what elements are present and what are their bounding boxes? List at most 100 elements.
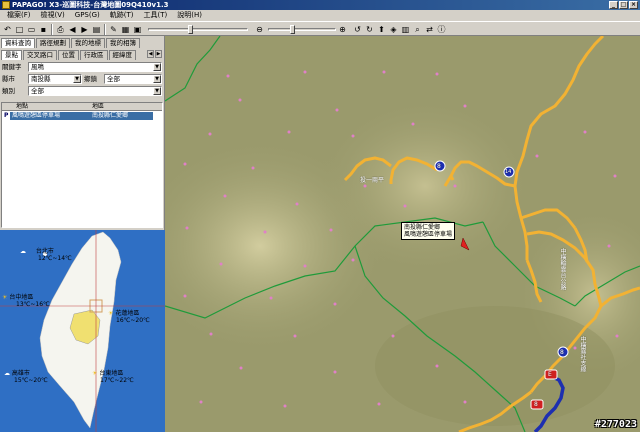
print-icon[interactable]: ⎙ <box>55 24 66 35</box>
tools-icon[interactable]: ✎ <box>108 24 119 35</box>
tab-my-landmarks[interactable]: 我的地標 <box>71 38 105 48</box>
tab-scroll-right-icon[interactable]: ▶ <box>155 50 162 58</box>
app-icon <box>2 1 10 9</box>
menu-view[interactable]: 檢視(V) <box>36 10 70 21</box>
menu-track[interactable]: 軌跡(T) <box>105 10 139 21</box>
weather-city: 台東地區 <box>99 370 124 377</box>
grid-icon[interactable]: ▥ <box>400 24 411 35</box>
maximize-button[interactable]: □ <box>619 1 628 9</box>
sun-cloud-icon: ☀ <box>92 370 98 377</box>
main-tabs: 資料查詢 路徑規劃 我的地標 我的相簿 <box>1 38 141 48</box>
keyword-input[interactable]: 風鳴 ▼ <box>28 62 162 72</box>
route-icon[interactable]: ⇄ <box>424 24 435 35</box>
town-select[interactable]: 全部 ▼ <box>104 74 162 84</box>
new-icon[interactable]: □ <box>14 24 25 35</box>
results-list[interactable]: 地點 地區 P 風鳴遊憩區停車場 南投縣仁愛鄉 <box>1 102 163 228</box>
info-icon[interactable]: ⓘ <box>436 24 447 35</box>
menu-file[interactable]: 檔案(F) <box>2 10 36 21</box>
tab-data-query[interactable]: 資料查詢 <box>1 38 35 48</box>
toolbar: ↶ □ ▭ ▪ ⎙ ◀ ▶ ▤ ✎ ▦ ▣ ⊖ ⊕ ↺ ↻ ⬆ ◈ ▥ ⌕ ⇄ … <box>0 21 640 36</box>
menu-gps[interactable]: GPS(G) <box>70 10 105 21</box>
weather-taichung[interactable]: ☀ 台中地區 13℃~16℃ <box>2 294 50 308</box>
weather-taipei[interactable]: ☁ 台北市 12℃~14℃ <box>20 248 72 262</box>
weather-temp: 13℃~16℃ <box>16 301 50 308</box>
open-icon[interactable]: ▭ <box>26 24 37 35</box>
query-tabs: 景點 交叉路口 位置 行政區 經緯度 <box>1 50 137 60</box>
tab-attractions[interactable]: 景點 <box>1 50 22 60</box>
weather-kaohsiung[interactable]: ☁ 高雄市 15℃~20℃ <box>4 370 48 384</box>
north-icon[interactable]: ⬆ <box>376 24 387 35</box>
map-icon[interactable]: ▦ <box>120 24 131 35</box>
tab-route-planning[interactable]: 路徑規劃 <box>36 38 70 48</box>
rotate-left-icon[interactable]: ↺ <box>352 24 363 35</box>
road-label: 中橫霧社支線 <box>579 336 586 372</box>
tab-district[interactable]: 行政區 <box>80 50 108 60</box>
column-location[interactable]: 地點 <box>16 103 28 111</box>
result-area: 南投縣仁愛鄉 <box>92 112 129 119</box>
keyword-value: 風鳴 <box>31 63 44 71</box>
minimize-button[interactable]: _ <box>609 1 618 9</box>
chevron-down-icon[interactable]: ▼ <box>153 63 161 71</box>
chevron-down-icon[interactable]: ▼ <box>153 75 161 83</box>
shield-label-2: 14 <box>505 169 512 175</box>
zoom-out-icon[interactable]: ⊖ <box>254 24 265 35</box>
weather-taitung[interactable]: ☀ 台東地區 17℃~22℃ <box>92 370 134 384</box>
tab-location[interactable]: 位置 <box>58 50 79 60</box>
main-map[interactable]: 8 14 E 8 8 投一兩平 中橫輸雲台公路 中橫霧社支線 南投縣仁愛鄉 風鳴… <box>165 36 640 432</box>
city-label: 縣市 <box>2 75 15 83</box>
city-row: 縣市 南投縣 ▼ 鄉鎮 全部 ▼ <box>2 74 162 84</box>
rotate-right-icon[interactable]: ↻ <box>364 24 375 35</box>
title-bar: PAPAGO! X3-巡圖科技-台灣地圖09Q410v1.3 _ □ × <box>0 0 640 10</box>
tab-coordinates[interactable]: 經緯度 <box>108 50 136 60</box>
tab-intersections[interactable]: 交叉路口 <box>23 50 57 60</box>
category-select[interactable]: 全部 ▼ <box>28 86 162 96</box>
forward-icon[interactable]: ▶ <box>79 24 90 35</box>
list-item[interactable]: P 風鳴遊憩區停車場 南投縣仁愛鄉 <box>2 112 162 120</box>
cloud-icon: ☁ <box>4 370 10 377</box>
parking-icon: P <box>4 112 9 119</box>
weather-city: 台北市 <box>35 248 54 255</box>
sun-cloud-icon: ☀ <box>108 310 114 317</box>
back-icon[interactable]: ◀ <box>67 24 78 35</box>
menu-tools[interactable]: 工具(T) <box>139 10 173 21</box>
column-area[interactable]: 地區 <box>92 103 104 111</box>
menu-bar: 檔案(F) 檢視(V) GPS(G) 軌跡(T) 工具(T) 說明(H) <box>0 10 640 21</box>
save-icon[interactable]: ▪ <box>38 24 49 35</box>
layers-icon[interactable]: ▤ <box>91 24 102 35</box>
results-header: 地點 地區 <box>2 103 162 111</box>
speed-slider[interactable] <box>148 25 248 34</box>
window-title: PAPAGO! X3-巡圖科技-台灣地圖09Q410v1.3 <box>12 1 169 9</box>
tab-my-album[interactable]: 我的相簿 <box>106 38 140 48</box>
sun-cloud-icon: ☀ <box>2 294 8 301</box>
shield-label-3: E <box>548 371 552 378</box>
undo-icon[interactable]: ↶ <box>2 24 13 35</box>
weather-temp: 12℃~14℃ <box>38 255 72 262</box>
shield-label-5: 8 <box>560 349 564 356</box>
result-name: 風鳴遊憩區停車場 <box>12 112 61 119</box>
road-label: 投一兩平 <box>360 177 385 184</box>
weather-hualien[interactable]: ☀ 花蓮地區 16℃~20℃ <box>108 310 150 324</box>
chevron-down-icon[interactable]: ▼ <box>153 87 161 95</box>
shield-label-1: 8 <box>437 163 441 170</box>
search-icon[interactable]: ⌕ <box>412 24 423 35</box>
close-button[interactable]: × <box>629 1 638 9</box>
weather-temp: 16℃~20℃ <box>116 317 150 324</box>
poi-label-line2: 風鳴遊憩區停車場 <box>404 231 453 238</box>
tab-scroll-left-icon[interactable]: ◀ <box>147 50 154 58</box>
zoom-slider[interactable] <box>268 25 336 34</box>
watermark: #277023 <box>594 419 637 430</box>
keyword-row: 關鍵字 風鳴 ▼ <box>2 62 162 72</box>
weather-temp: 15℃~20℃ <box>14 377 48 384</box>
chevron-down-icon[interactable]: ▼ <box>73 75 81 83</box>
map-view-icon[interactable]: ◈ <box>388 24 399 35</box>
road-label: 中橫輸雲台公路 <box>559 248 566 290</box>
category-row: 類別 全部 ▼ <box>2 86 162 96</box>
overview-map[interactable]: ☁ 台北市 12℃~14℃ ☀ 台中地區 13℃~16℃ ☀ 花蓮地區 16℃~… <box>0 230 165 432</box>
weather-city: 台中地區 <box>9 294 34 301</box>
keyword-label: 關鍵字 <box>2 63 22 71</box>
poi-label[interactable]: 南投縣仁愛鄉 風鳴遊憩區停車場 <box>401 222 456 240</box>
photo-icon[interactable]: ▣ <box>132 24 143 35</box>
city-select[interactable]: 南投縣 ▼ <box>28 74 82 84</box>
zoom-in-icon[interactable]: ⊕ <box>337 24 348 35</box>
menu-help[interactable]: 說明(H) <box>172 10 207 21</box>
